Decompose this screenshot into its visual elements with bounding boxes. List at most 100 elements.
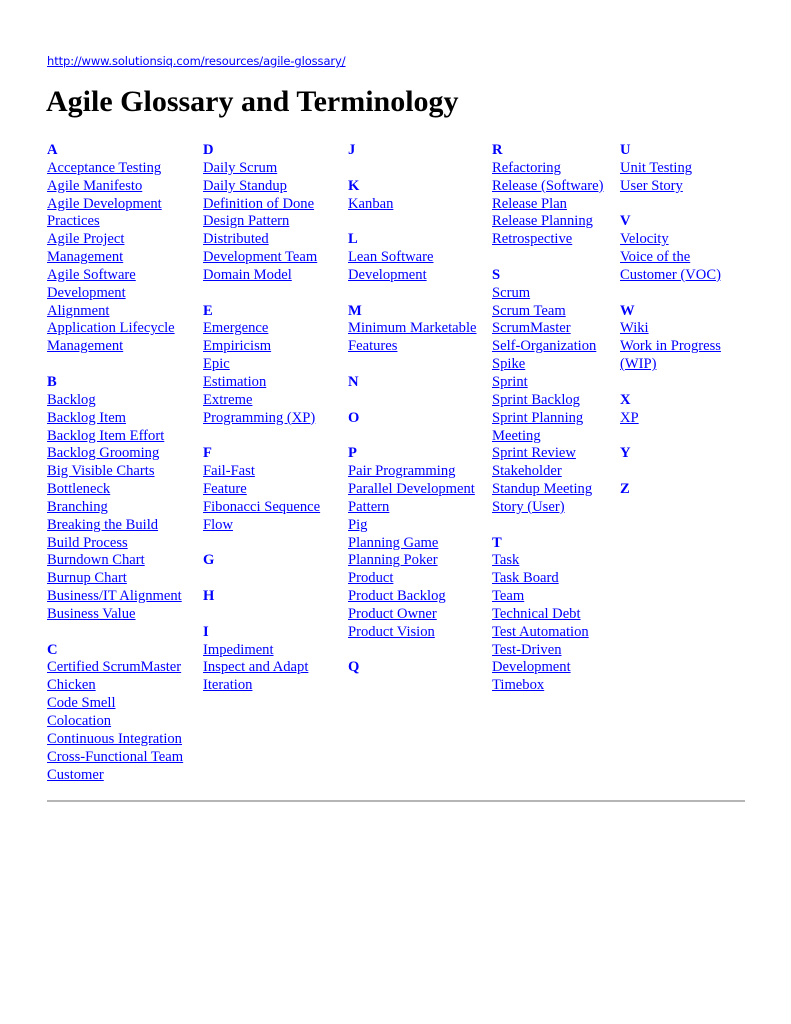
glossary-term-link[interactable]: Burndown Chart bbox=[47, 552, 183, 570]
glossary-term-text: Test-Driven bbox=[492, 641, 562, 658]
glossary-term-link[interactable]: Product Owner bbox=[348, 606, 476, 624]
glossary-term-link[interactable]: Timebox bbox=[492, 677, 603, 695]
glossary-term-link[interactable]: Task bbox=[492, 552, 603, 570]
glossary-term-text: Sprint Backlog bbox=[492, 391, 580, 408]
source-url-link[interactable]: http://www.solutionsiq.com/resources/agi… bbox=[47, 54, 346, 68]
glossary-term-link[interactable]: Standup Meeting bbox=[492, 481, 603, 499]
glossary-term-link[interactable]: Scrum Team bbox=[492, 303, 603, 321]
glossary-term-link[interactable]: Certified ScrumMaster bbox=[47, 659, 183, 677]
glossary-term-link[interactable]: Story (User) bbox=[492, 499, 603, 517]
glossary-term-link[interactable]: Parallel Development bbox=[348, 481, 476, 499]
glossary-term-text: Inspect and Adapt bbox=[203, 659, 309, 676]
glossary-term-link[interactable]: Product Vision bbox=[348, 624, 476, 642]
glossary-term-link[interactable]: Iteration bbox=[203, 677, 320, 695]
glossary-term-link[interactable]: Cross-Functional Team bbox=[47, 749, 183, 767]
glossary-term-link[interactable]: Distributed Development Team bbox=[203, 231, 320, 267]
glossary-term-link[interactable]: Big Visible Charts bbox=[47, 463, 183, 481]
glossary-term-link[interactable]: Daily Standup bbox=[203, 178, 320, 196]
glossary-term-link[interactable]: Backlog Grooming bbox=[47, 445, 183, 463]
glossary-term-link[interactable]: Agile Manifesto bbox=[47, 178, 183, 196]
glossary-term-link[interactable]: Feature bbox=[203, 481, 320, 499]
glossary-term-link[interactable]: Planning Game bbox=[348, 535, 476, 553]
glossary-term-link[interactable]: Unit Testing bbox=[620, 160, 721, 178]
glossary-term-link[interactable]: Kanban bbox=[348, 196, 476, 214]
glossary-term-link[interactable]: Agile Software Development bbox=[47, 267, 183, 303]
glossary-term-text: Backlog bbox=[47, 391, 96, 408]
glossary-term-link[interactable]: Backlog bbox=[47, 392, 183, 410]
glossary-term-link[interactable]: Burnup Chart bbox=[47, 570, 183, 588]
glossary-term-link[interactable]: Inspect and Adapt bbox=[203, 659, 320, 677]
glossary-term-link[interactable]: Application Lifecycle Management bbox=[47, 320, 183, 356]
glossary-term-link[interactable]: Work in Progress (WIP) bbox=[620, 338, 721, 374]
glossary-term-link[interactable]: Customer bbox=[47, 767, 183, 785]
glossary-term-link[interactable]: ScrumMaster bbox=[492, 320, 603, 338]
glossary-term-link[interactable]: Agile Development Practices bbox=[47, 196, 183, 232]
glossary-term-link[interactable]: Agile Project Management bbox=[47, 231, 183, 267]
glossary-term-link[interactable]: Sprint Backlog bbox=[492, 392, 603, 410]
glossary-term-link[interactable]: Empiricism bbox=[203, 338, 320, 356]
glossary-term-link[interactable]: XP bbox=[620, 410, 721, 428]
glossary-term-link[interactable]: Branching bbox=[47, 499, 183, 517]
glossary-term-link[interactable]: Flow bbox=[203, 517, 320, 535]
glossary-term-link[interactable]: Colocation bbox=[47, 713, 183, 731]
glossary-term-link[interactable]: Product bbox=[348, 570, 476, 588]
glossary-term-link[interactable]: Emergence bbox=[203, 320, 320, 338]
glossary-term-link[interactable]: Release Plan bbox=[492, 196, 603, 214]
glossary-term-link[interactable]: Bottleneck bbox=[47, 481, 183, 499]
glossary-term-text: Minimum Marketable bbox=[348, 320, 477, 337]
glossary-term-link[interactable]: Design Pattern bbox=[203, 213, 320, 231]
glossary-term-link[interactable]: Pattern bbox=[348, 499, 476, 517]
glossary-term-link[interactable]: Test Automation bbox=[492, 624, 603, 642]
glossary-term-link[interactable]: Impediment bbox=[203, 642, 320, 660]
glossary-term-link[interactable]: Business Value bbox=[47, 606, 183, 624]
glossary-term-link[interactable]: Scrum bbox=[492, 285, 603, 303]
glossary-term-link[interactable]: Continuous Integration bbox=[47, 731, 183, 749]
glossary-term-text: Acceptance Testing bbox=[47, 159, 162, 176]
glossary-term-link[interactable]: Stakeholder bbox=[492, 463, 603, 481]
glossary-term-link[interactable]: Wiki bbox=[620, 320, 721, 338]
glossary-term-text: Breaking the Build bbox=[47, 516, 159, 533]
glossary-term-link[interactable]: Fail-Fast bbox=[203, 463, 320, 481]
glossary-term-link[interactable]: Release (Software) bbox=[492, 178, 603, 196]
glossary-term-link[interactable]: Product Backlog bbox=[348, 588, 476, 606]
glossary-term-link[interactable]: Pair Programming bbox=[348, 463, 476, 481]
glossary-term-link[interactable]: Definition of Done bbox=[203, 196, 320, 214]
glossary-term-link[interactable]: Build Process bbox=[47, 535, 183, 553]
glossary-term-link[interactable]: Business/IT Alignment bbox=[47, 588, 183, 606]
glossary-term-link[interactable]: User Story bbox=[620, 178, 721, 196]
glossary-term-link[interactable]: Sprint Planning Meeting bbox=[492, 410, 603, 446]
glossary-term-link[interactable]: Task Board bbox=[492, 570, 603, 588]
glossary-term-link[interactable]: Domain Model bbox=[203, 267, 320, 285]
glossary-term-link[interactable]: Acceptance Testing bbox=[47, 160, 183, 178]
glossary-term-link[interactable]: Team bbox=[492, 588, 603, 606]
section-letter-heading: N bbox=[348, 373, 359, 390]
glossary-term-link[interactable]: Code Smell bbox=[47, 695, 183, 713]
glossary-term-link[interactable]: Estimation bbox=[203, 374, 320, 392]
glossary-term-link[interactable]: Release Planning bbox=[492, 213, 603, 231]
glossary-term-text: Epic bbox=[203, 356, 230, 373]
glossary-term-link[interactable]: Chicken bbox=[47, 677, 183, 695]
glossary-term-link[interactable]: Voice of the Customer (VOC) bbox=[620, 249, 721, 285]
glossary-term-link[interactable]: Minimum Marketable Features bbox=[348, 320, 476, 356]
glossary-term-link[interactable]: Sprint Review bbox=[492, 445, 603, 463]
glossary-term-link[interactable]: Sprint bbox=[492, 374, 603, 392]
glossary-term-link[interactable]: Self-Organization bbox=[492, 338, 603, 356]
glossary-term-link[interactable]: Retrospective bbox=[492, 231, 603, 249]
glossary-term-link[interactable]: Pig bbox=[348, 517, 476, 535]
glossary-term-link[interactable]: Lean Software Development bbox=[348, 249, 476, 285]
glossary-term-link[interactable]: Breaking the Build bbox=[47, 517, 183, 535]
glossary-term-link[interactable]: Fibonacci Sequence bbox=[203, 499, 320, 517]
glossary-term-text: Voice of the bbox=[620, 249, 691, 266]
glossary-term-link[interactable]: Test-Driven Development bbox=[492, 642, 603, 678]
glossary-term-link[interactable]: Epic bbox=[203, 356, 320, 374]
glossary-term-link[interactable]: Daily Scrum bbox=[203, 160, 320, 178]
glossary-term-link[interactable]: Extreme Programming (XP) bbox=[203, 392, 320, 428]
glossary-term-link[interactable]: Spike bbox=[492, 356, 603, 374]
glossary-term-link[interactable]: Backlog Item Effort bbox=[47, 428, 183, 446]
glossary-term-link[interactable]: Velocity bbox=[620, 231, 721, 249]
glossary-term-link[interactable]: Planning Poker bbox=[348, 552, 476, 570]
glossary-term-link[interactable]: Technical Debt bbox=[492, 606, 603, 624]
glossary-term-link[interactable]: Refactoring bbox=[492, 160, 603, 178]
glossary-term-link[interactable]: Backlog Item bbox=[47, 410, 183, 428]
glossary-term-link[interactable]: Alignment bbox=[47, 303, 183, 321]
